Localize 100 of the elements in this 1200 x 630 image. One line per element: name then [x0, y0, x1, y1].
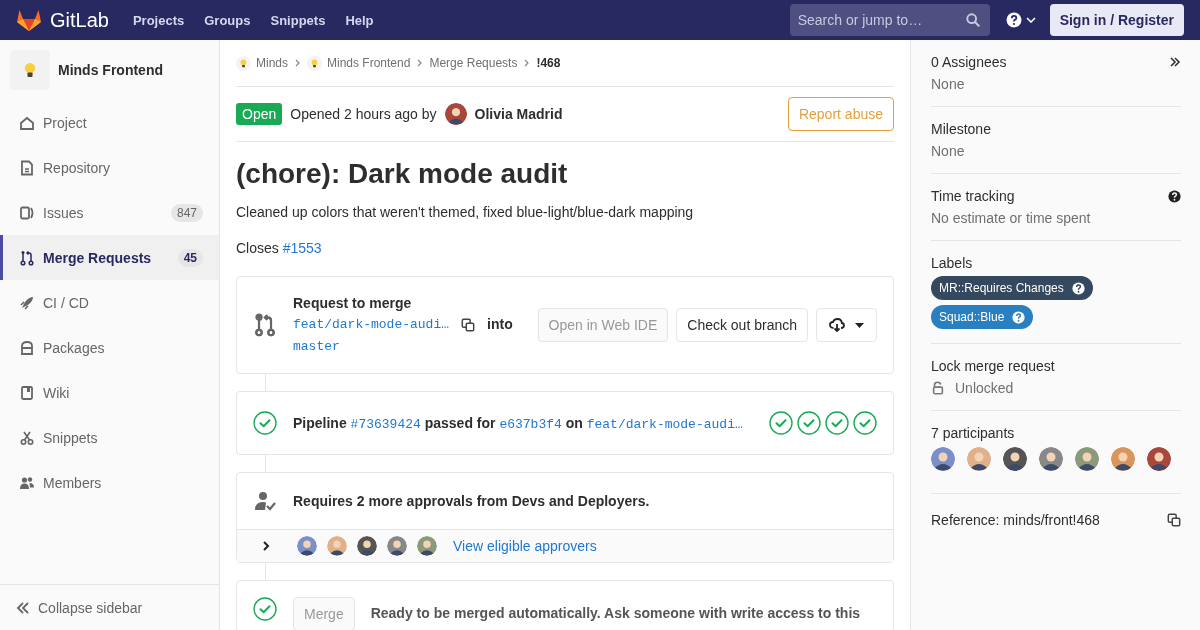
sidebar-item[interactable]: Project: [0, 100, 219, 145]
sidebar-item-label: Repository: [43, 159, 111, 176]
lock-title: Lock merge request: [931, 358, 1055, 374]
count-badge: 45: [177, 248, 203, 267]
sign-in-button[interactable]: Sign in / Register: [1049, 4, 1184, 36]
chevron-right-icon: [295, 59, 300, 67]
avatar: [1003, 447, 1027, 471]
collapse-sidebar-button[interactable]: Collapse sidebar: [0, 584, 219, 630]
download-dropdown-button[interactable]: [816, 308, 877, 342]
sidebar-item[interactable]: CI / CD: [0, 280, 219, 325]
breadcrumb-link[interactable]: !468: [536, 56, 561, 70]
avatar: [1039, 447, 1063, 471]
merge-request-icon: [253, 313, 277, 337]
sidebar-item[interactable]: Repository: [0, 145, 219, 190]
chevron-down-icon: [1025, 17, 1036, 23]
nav-link[interactable]: Groups: [204, 12, 251, 28]
target-branch-link[interactable]: master: [293, 339, 340, 354]
copy-icon[interactable]: [1167, 513, 1181, 527]
home-icon: [19, 114, 35, 131]
on-text: on: [565, 414, 583, 431]
stage-passed-icon: [825, 411, 849, 435]
issues-icon: [19, 204, 35, 221]
reference-text: Reference: minds/front!468: [931, 512, 1100, 528]
scissors-icon: [19, 429, 35, 446]
help-icon: [1005, 12, 1022, 28]
pipeline-link[interactable]: #73639424: [350, 416, 421, 432]
breadcrumb-link[interactable]: Merge Requests: [429, 56, 518, 70]
request-to-merge-text: Request to merge: [293, 294, 413, 313]
sidebar-item-label: Wiki: [43, 384, 71, 401]
chevron-right-icon: [261, 541, 271, 551]
time-tracking-title: Time tracking: [931, 188, 1015, 204]
chevron-right-icon: [524, 59, 530, 67]
label-tag[interactable]: MR::Requires Changes: [931, 276, 1093, 300]
sidebar-item-label: Issues: [43, 204, 85, 221]
avatar: [1111, 447, 1135, 471]
avatar: [387, 536, 407, 556]
issue-link[interactable]: #1553: [282, 240, 322, 256]
user-check-icon: [253, 489, 277, 513]
rocket-icon: [19, 294, 35, 311]
label-tag[interactable]: Squad::Blue: [931, 305, 1034, 329]
sidebar-item[interactable]: Issues 847: [0, 190, 219, 235]
breadcrumb-link[interactable]: Minds: [256, 56, 288, 70]
stage-passed-icon: [769, 411, 793, 435]
fox-logo-icon: [16, 8, 42, 32]
book-icon: [19, 384, 35, 401]
passed-for-text: passed for: [424, 414, 496, 431]
sidebar-item[interactable]: Wiki: [0, 370, 219, 415]
into-text: into: [487, 315, 513, 334]
author-link[interactable]: Olivia Madrid: [474, 106, 563, 122]
pipeline-label: Pipeline: [293, 414, 347, 431]
question-icon: [1168, 189, 1181, 203]
double-chevron-right-icon[interactable]: [1169, 56, 1181, 68]
document-icon: [19, 159, 35, 176]
status-check-icon: [253, 411, 277, 435]
source-branch-link[interactable]: feat/dark-mode-audi…: [293, 314, 450, 335]
opened-text: Opened 2 hours ago by: [290, 106, 437, 122]
closes-text: Closes: [236, 240, 279, 256]
avatar: [327, 536, 347, 556]
sidebar-item-label: Packages: [43, 339, 106, 356]
approvals-text: Requires 2 more approvals from Devs and Deployers.: [293, 493, 650, 509]
sidebar-item-label: Project: [43, 114, 88, 131]
sidebar-item-label: Members: [43, 474, 103, 491]
search-field[interactable]: Search or jump to…: [789, 4, 990, 36]
expand-toggle[interactable]: [261, 541, 271, 551]
check-out-branch-button[interactable]: Check out branch: [676, 308, 808, 342]
nav-link[interactable]: Help: [345, 12, 374, 28]
project-name[interactable]: Minds Frontend: [58, 62, 163, 78]
copy-icon[interactable]: [461, 317, 476, 332]
sidebar-item[interactable]: Merge Requests 45: [0, 235, 219, 280]
sidebar-item-label: Merge Requests: [43, 249, 153, 266]
help-dropdown[interactable]: [1005, 12, 1036, 28]
participants-title: 7 participants: [931, 425, 1015, 441]
avatar: [297, 536, 317, 556]
count-badge: 847: [170, 203, 203, 222]
brand-name[interactable]: GitLab: [50, 8, 109, 32]
status-badge: Open: [236, 103, 283, 125]
avatar: [444, 103, 467, 125]
merge-status-text: Ready to be merged automatically. Ask someone with write access to this: [370, 605, 861, 621]
view-approvers-link[interactable]: View eligible approvers: [453, 538, 597, 554]
sidebar-item[interactable]: Packages: [0, 325, 219, 370]
breadcrumb-link[interactable]: Minds Frontend: [327, 56, 411, 70]
avatar: [1147, 447, 1171, 471]
assignees-value: None: [931, 76, 965, 92]
sidebar-item[interactable]: Members: [0, 460, 219, 505]
lightbulb-icon: [238, 57, 249, 69]
avatar: [417, 536, 437, 556]
cloud-download-icon: [829, 317, 845, 333]
lock-value: Unlocked: [955, 380, 1014, 396]
double-chevron-left-icon: [16, 600, 30, 615]
users-icon: [19, 474, 35, 491]
stage-passed-icon: [797, 411, 821, 435]
lightbulb-icon: [309, 57, 320, 69]
nav-link[interactable]: Projects: [132, 12, 185, 28]
assignees-title: 0 Assignees: [931, 54, 1007, 70]
sidebar-item[interactable]: Snippets: [0, 415, 219, 460]
nav-link[interactable]: Snippets: [270, 12, 326, 28]
merge-request-title: (chore): Dark mode audit: [236, 158, 569, 190]
branch-link[interactable]: feat/dark-mode-audi…: [586, 416, 743, 432]
avatar: [931, 447, 955, 471]
commit-link[interactable]: e637b3f4: [499, 416, 562, 432]
